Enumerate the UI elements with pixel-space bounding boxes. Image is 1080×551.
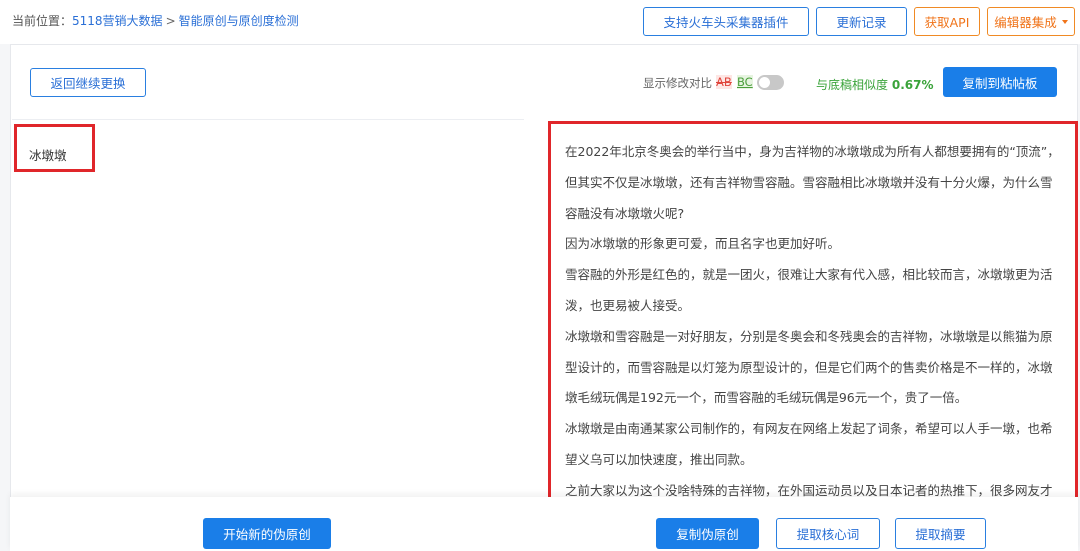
editor-integration-label: 编辑器集成 [994, 15, 1057, 30]
breadcrumb-separator: > [165, 14, 176, 28]
highlight-box-source [14, 124, 95, 172]
highlight-box-output: 在2022年北京冬奥会的举行当中，身为吉祥物的冰墩墩成为所有人都想要拥有的“顶流… [548, 121, 1078, 510]
similarity-label: 与底稿相似度 [816, 78, 889, 92]
changelog-button[interactable]: 更新记录 [816, 7, 907, 36]
back-continue-button[interactable]: 返回继续更换 [30, 68, 146, 97]
diff-added-sample: BC [737, 75, 753, 89]
toggle-knob [759, 77, 770, 88]
extract-summary-button[interactable]: 提取摘要 [895, 518, 986, 549]
get-api-button[interactable]: 获取API [914, 7, 980, 36]
top-bar: 当前位置：5118营销大数据 > 智能原创与原创度检测 支持火车头采集器插件 更新记… [0, 0, 1080, 44]
article-paragraph: 冰墩墩是由南通某家公司制作的，有网友在网络上发起了词条，希望可以人手一墩，也希望… [565, 421, 1053, 467]
diff-toggle-switch[interactable] [757, 75, 784, 90]
caret-down-icon [1061, 19, 1068, 24]
similarity-readout: 与底稿相似度 0.67% [816, 76, 933, 93]
diff-toggle-label: 显示修改对比 [643, 76, 712, 90]
output-article[interactable]: 在2022年北京冬奥会的举行当中，身为吉祥物的冰墩墩成为所有人都想要拥有的“顶流… [565, 137, 1063, 507]
article-paragraph: 因为冰墩墩的形象更可爱，而且名字也更加好听。 [565, 236, 841, 252]
diff-removed-sample: AB [716, 75, 732, 89]
breadcrumb: 当前位置：5118营销大数据 > 智能原创与原创度检测 [12, 12, 299, 29]
divider [12, 119, 524, 120]
plugin-button[interactable]: 支持火车头采集器插件 [643, 7, 809, 36]
extract-keywords-button[interactable]: 提取核心词 [776, 518, 880, 549]
similarity-value: 0.67% [891, 78, 934, 92]
article-paragraph: 雪容融的外形是红色的，就是一团火，很难让大家有代入感，相比较而言，冰墩墩更为活泼… [565, 267, 1053, 313]
breadcrumb-link-current[interactable]: 智能原创与原创度检测 [179, 14, 299, 28]
start-new-pseudo-original-button[interactable]: 开始新的伪原创 [203, 518, 331, 549]
copy-pseudo-original-button[interactable]: 复制伪原创 [656, 518, 759, 549]
breadcrumb-link-5118[interactable]: 5118营销大数据 [72, 14, 163, 28]
copy-to-clipboard-button[interactable]: 复制到粘帖板 [943, 67, 1057, 97]
article-paragraph: 冰墩墩和雪容融是一对好朋友，分别是冬奥会和冬残奥会的吉祥物，冰墩墩是以熊猫为原型… [565, 328, 1053, 406]
breadcrumb-prefix: 当前位置： [12, 14, 73, 28]
article-paragraph: 在2022年北京冬奥会的举行当中，身为吉祥物的冰墩墩成为所有人都想要拥有的“顶流… [565, 144, 1060, 221]
editor-integration-dropdown[interactable]: 编辑器集成 [987, 7, 1075, 36]
